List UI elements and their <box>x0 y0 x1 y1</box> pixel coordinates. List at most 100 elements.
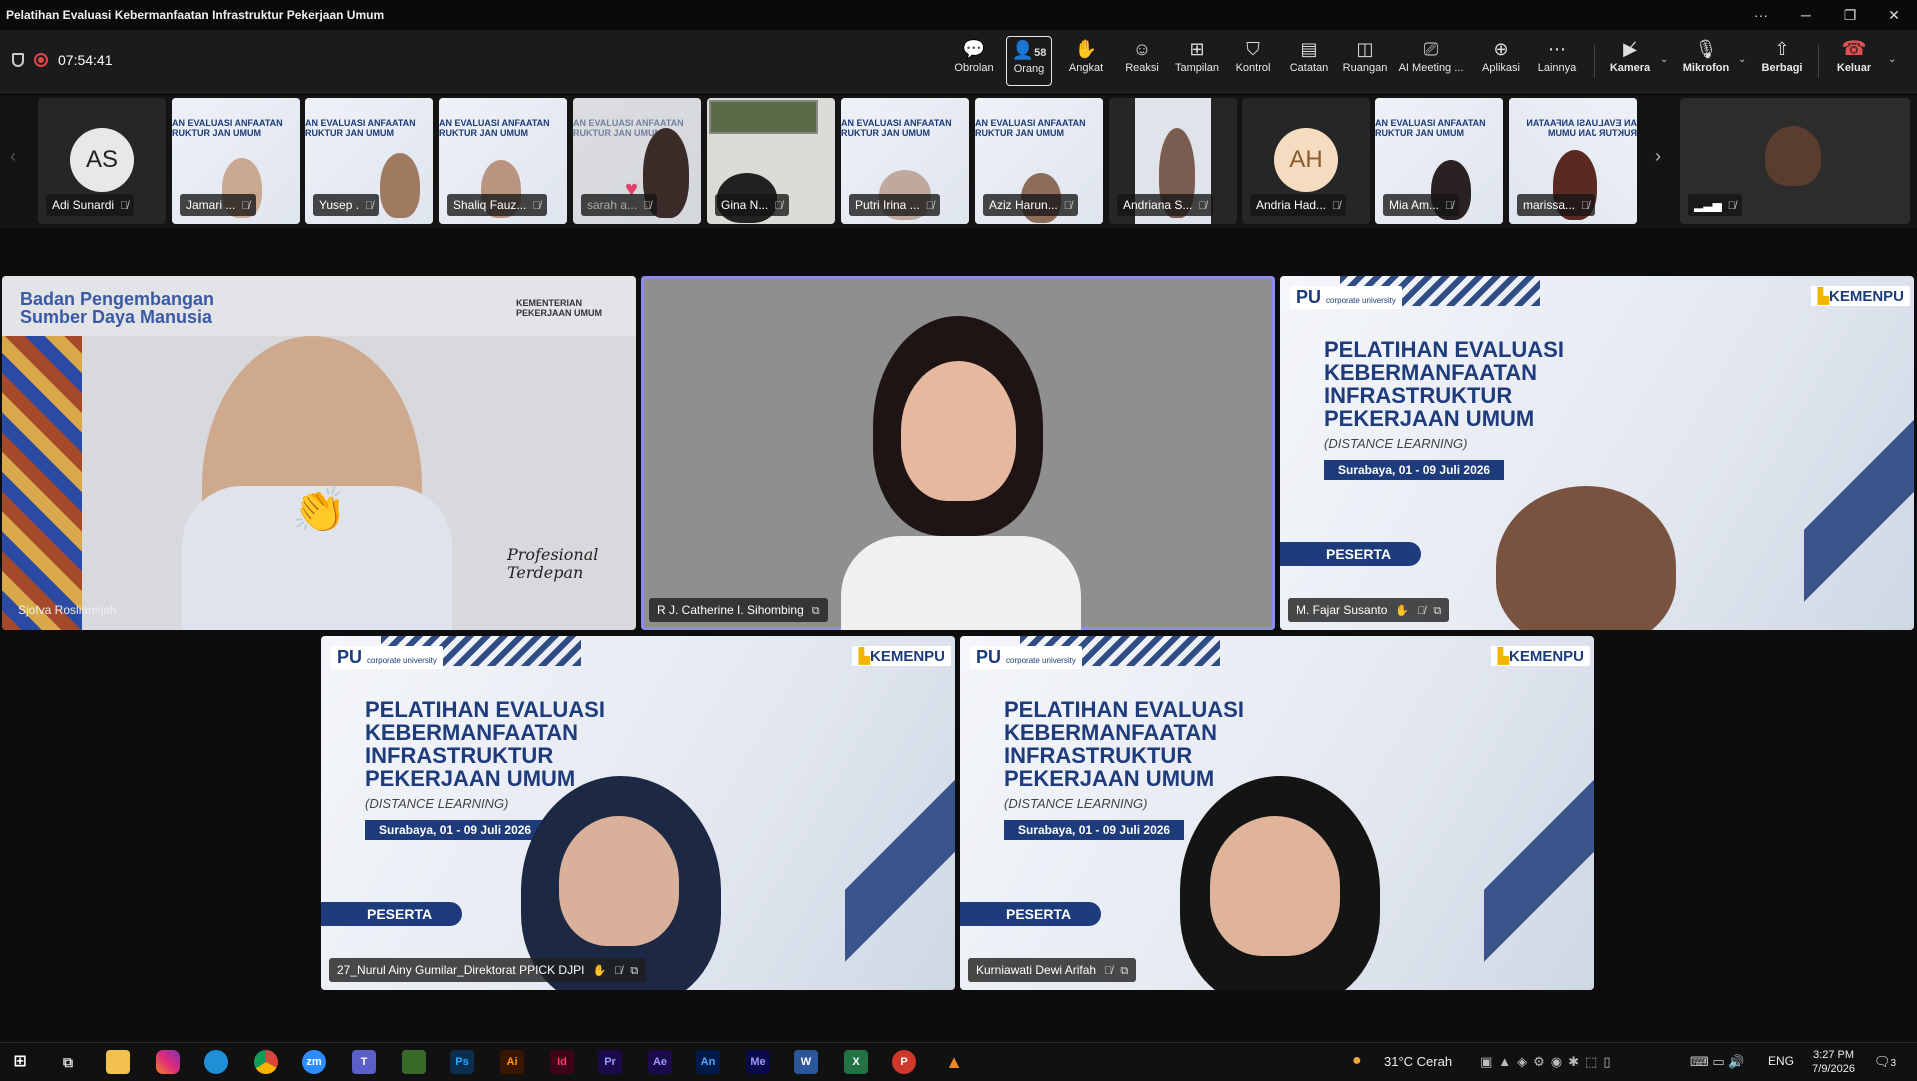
participant-thumb[interactable]: AN EVALUASI ANFAATAN RUKTUR JAN UMUM Yus… <box>305 98 433 224</box>
participant-thumb[interactable]: Gina N... 🎙̸ <box>707 98 835 224</box>
avatar: AS <box>70 128 134 192</box>
system-clock[interactable]: 3:27 PM 7/9/2026 <box>1812 1048 1855 1076</box>
language-indicator[interactable]: ENG <box>1768 1054 1794 1068</box>
game-icon[interactable] <box>402 1050 426 1074</box>
more-options-icon[interactable]: ··· <box>1745 4 1777 26</box>
participant-thumb[interactable]: AN EVALUASI ANFAATAN RUKTUR JAN UMUM Azi… <box>975 98 1103 224</box>
title-bar: Pelatihan Evaluasi Kebermanfaatan Infras… <box>0 0 1917 30</box>
leave-button[interactable]: ☎ Keluar <box>1830 36 1878 86</box>
video-tile[interactable]: Badan Pengembangan Sumber Daya Manusia K… <box>2 276 636 630</box>
slide-hex-decoration <box>845 746 955 990</box>
participant-thumb[interactable]: AN EVALUASI ANFAATAN RUKTUR JAN UMUM Put… <box>841 98 969 224</box>
camera-label: Kamera <box>1609 62 1651 74</box>
kemenpu-logo: ▙KEMENPU <box>852 646 951 666</box>
notes-label: Catatan <box>1289 62 1329 74</box>
after-effects-icon[interactable]: Ae <box>648 1050 672 1074</box>
instagram-icon[interactable] <box>156 1050 180 1074</box>
chat-button[interactable]: 💬 Obrolan <box>952 36 996 86</box>
people-icon: 👤58 <box>1011 40 1047 60</box>
participant-thumb[interactable]: AS Adi Sunardi 🎙̸ <box>38 98 166 224</box>
teams-icon[interactable]: T <box>352 1050 376 1074</box>
chrome-icon[interactable] <box>254 1050 278 1074</box>
participant-thumb[interactable]: AN EVALUASI ANFAATAN RUKTUR JAN UMUM Mia… <box>1375 98 1503 224</box>
video-tile[interactable]: PU corporate university ▙KEMENPU PELATIH… <box>321 636 955 990</box>
minimize-button[interactable]: ─ <box>1790 4 1822 26</box>
participant-name: Andriana S... 🎙̸ <box>1117 194 1213 216</box>
restore-button[interactable]: ❐ <box>1834 4 1866 26</box>
apps-button[interactable]: ⊕ Aplikasi <box>1478 36 1524 86</box>
animate-icon[interactable]: An <box>696 1050 720 1074</box>
video-tile-active-speaker[interactable]: R J. Catherine I. Sihombing ⧉ <box>641 276 1275 630</box>
windows-start-icon[interactable]: ⊞ <box>8 1050 32 1074</box>
wall-picture <box>709 100 818 134</box>
mic-button[interactable]: 🎙 Mikrofon <box>1680 36 1732 86</box>
person-silhouette <box>380 153 420 218</box>
shield-icon <box>12 53 24 67</box>
indesign-icon[interactable]: Id <box>550 1050 574 1074</box>
camera-button[interactable]: ▶̸ Kamera <box>1606 36 1654 86</box>
mic-muted-icon: 🎙̸ <box>120 200 129 212</box>
people-button[interactable]: 👤58 Orang <box>1006 36 1052 86</box>
notification-icon[interactable]: 🗨3 <box>1874 1054 1896 1070</box>
mic-muted-icon: 🎙̸ <box>1332 200 1341 212</box>
mic-options-chevron-icon[interactable]: ⌄ <box>1738 54 1746 65</box>
chat-icon: 💬 <box>962 39 986 59</box>
strip-next-icon[interactable]: › <box>1655 146 1661 167</box>
illustrator-icon[interactable]: Ai <box>500 1050 524 1074</box>
participant-thumb[interactable]: AN EVALUASI ANFAATAN RUKTUR JAN UMUM mar… <box>1509 98 1637 224</box>
leave-options-chevron-icon[interactable]: ⌄ <box>1888 54 1896 65</box>
word-icon[interactable]: W <box>794 1050 818 1074</box>
participant-name: Shaliq Fauz... 🎙̸ <box>447 194 547 216</box>
grid-icon: ⊞ <box>1189 39 1205 59</box>
premiere-icon[interactable]: Pr <box>598 1050 622 1074</box>
edge-icon[interactable] <box>204 1050 228 1074</box>
weather-icon: ● <box>1352 1052 1362 1069</box>
shirt <box>841 536 1081 630</box>
participant-strip: ‹ AS Adi Sunardi 🎙̸ AN EVALUASI ANFAATAN … <box>0 96 1917 228</box>
video-tile[interactable]: PU corporate university ▙KEMENPU PELATIH… <box>960 636 1594 990</box>
apps-label: Aplikasi <box>1482 62 1520 74</box>
video-tile[interactable]: PU corporate university ▙KEMENPU PELATIH… <box>1280 276 1914 630</box>
view-button[interactable]: ⊞ Tampilan <box>1174 36 1220 86</box>
participant-name: sarah a... 🎙̸ <box>581 194 658 216</box>
more-button[interactable]: ⋯ Lainnya <box>1534 36 1580 86</box>
recording-status: 07:54:41 <box>12 52 113 68</box>
strip-prev-icon[interactable]: ‹ <box>10 146 16 167</box>
participant-thumb[interactable]: Andriana S... 🎙̸ <box>1109 98 1237 224</box>
view-label: Tampilan <box>1174 62 1220 74</box>
camera-options-chevron-icon[interactable]: ⌄ <box>1660 54 1668 65</box>
ai-meeting-button[interactable]: ⎚ AI Meeting ... <box>1396 36 1466 86</box>
excel-icon[interactable]: X <box>844 1050 868 1074</box>
control-button[interactable]: ⛉ Kontrol <box>1230 36 1276 86</box>
task-view-icon[interactable]: ⧉ <box>56 1050 80 1074</box>
participant-thumb[interactable]: AH Andria Had... 🎙̸ <box>1242 98 1370 224</box>
raise-hand-button[interactable]: ✋ Angkat <box>1064 36 1108 86</box>
meeting-toolbar: 07:54:41 💬 Obrolan 👤58 Orang ✋ Angkat ☺ … <box>0 30 1917 93</box>
file-explorer-icon[interactable] <box>106 1050 130 1074</box>
tray-icons-network-volume[interactable]: ⌨ ▭ 🔊 <box>1690 1054 1744 1070</box>
close-button[interactable]: ✕ <box>1878 4 1910 26</box>
vlc-icon[interactable]: ▲ <box>942 1050 966 1074</box>
notes-button[interactable]: ▤ Catatan <box>1286 36 1332 86</box>
slide-date: Surabaya, 01 - 09 Juli 2026 <box>1004 820 1185 840</box>
participant-thumb[interactable]: AN EVALUASI ANFAATAN RUKTUR JAN UMUM ♥ s… <box>573 98 701 224</box>
avatar: AH <box>1274 128 1338 192</box>
share-button[interactable]: ⇧ Berbagi <box>1758 36 1806 86</box>
rooms-button[interactable]: ◫ Ruangan <box>1342 36 1388 86</box>
peserta-badge: PESERTA <box>960 902 1102 926</box>
system-tray-icons[interactable]: ▣▲◈⚙◉✱⬚▯ <box>1480 1054 1616 1070</box>
clock-date: 7/9/2026 <box>1812 1063 1855 1075</box>
powerpoint-icon[interactable]: P <box>892 1050 916 1074</box>
face <box>901 361 1016 501</box>
slide-date: Surabaya, 01 - 09 Juli 2026 <box>365 820 546 840</box>
self-view-thumb[interactable]: ▂▃▅ 🎙̸ <box>1680 98 1910 224</box>
zoom-icon[interactable]: zm <box>302 1050 326 1074</box>
weather-text[interactable]: 31°C Cerah <box>1384 1054 1452 1069</box>
react-button[interactable]: ☺ Reaksi <box>1120 36 1164 86</box>
media-encoder-icon[interactable]: Me <box>746 1050 770 1074</box>
slide-subtitle: (DISTANCE LEARNING) <box>365 796 509 811</box>
photoshop-icon[interactable]: Ps <box>450 1050 474 1074</box>
slide-date: Surabaya, 01 - 09 Juli 2026 <box>1324 460 1505 480</box>
participant-thumb[interactable]: AN EVALUASI ANFAATAN RUKTUR JAN UMUM Jam… <box>172 98 300 224</box>
participant-thumb[interactable]: AN EVALUASI ANFAATAN RUKTUR JAN UMUM Sha… <box>439 98 567 224</box>
